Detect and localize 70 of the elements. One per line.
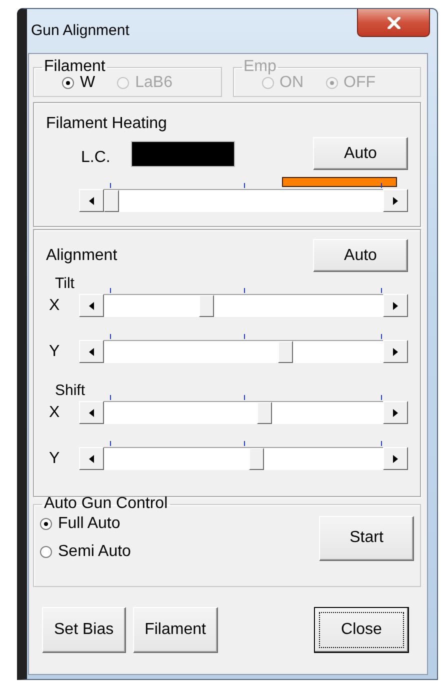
left-triangle-icon: [88, 302, 94, 310]
radio-label: Semi Auto: [58, 543, 131, 561]
radio-label: Full Auto: [58, 515, 120, 533]
slider-tick: [244, 441, 245, 446]
right-triangle-icon: [393, 348, 398, 356]
section-title: Filament Heating: [46, 115, 168, 133]
slider-tick: [380, 395, 382, 400]
scroll-left-button[interactable]: [78, 447, 104, 470]
axis-label: Y: [48, 449, 61, 469]
close-button[interactable]: [357, 9, 430, 37]
scroll-left-button[interactable]: [78, 189, 104, 212]
axis-label: X: [48, 403, 61, 423]
auto-button[interactable]: Auto: [313, 137, 408, 170]
radio-button[interactable]: [62, 77, 74, 89]
lc-label: L.C.: [80, 148, 112, 166]
slider-tick: [380, 334, 382, 339]
auto-button[interactable]: Auto: [313, 239, 408, 272]
slider-tick: [380, 183, 382, 188]
radio-label: LaB6: [135, 74, 172, 92]
dialog-button[interactable]: Close: [314, 607, 409, 653]
slider-tick: [110, 288, 111, 293]
close-icon: [386, 16, 400, 28]
group-label: Filament: [43, 60, 106, 74]
scroll-left-button[interactable]: [78, 401, 104, 424]
dialog-button[interactable]: Set Bias: [42, 607, 126, 653]
slider-tick: [110, 334, 111, 339]
window-title: Gun Alignment: [31, 22, 130, 39]
slider-thumb[interactable]: [198, 295, 214, 317]
slider-tick: [244, 288, 245, 293]
scroll-right-button[interactable]: [383, 189, 408, 212]
group-label: Tilt: [54, 276, 74, 292]
slider-thumb[interactable]: [278, 341, 294, 363]
axis-label: Y: [48, 342, 61, 362]
left-triangle-icon: [88, 348, 94, 356]
axis-label: X: [48, 296, 61, 316]
right-triangle-icon: [393, 196, 398, 204]
left-triangle-icon: [88, 408, 94, 416]
scroll-right-button[interactable]: [383, 294, 408, 317]
radio-button[interactable]: [40, 546, 52, 558]
slider-tick: [110, 441, 111, 446]
slider-tick: [380, 441, 382, 446]
scroll-right-button[interactable]: [383, 401, 408, 424]
left-triangle-icon: [88, 196, 94, 204]
left-triangle-icon: [88, 454, 94, 462]
dialog-button[interactable]: Filament: [132, 607, 218, 653]
slider-tick: [110, 395, 111, 400]
scroll-right-button[interactable]: [383, 340, 408, 363]
right-triangle-icon: [393, 408, 398, 416]
group-label: Emp: [242, 60, 278, 74]
radio-label: OFF: [344, 74, 376, 92]
right-triangle-icon: [393, 454, 398, 462]
scroll-left-button[interactable]: [78, 294, 104, 317]
radio-button[interactable]: [40, 518, 52, 530]
section-title: Alignment: [46, 246, 118, 264]
slider-tick: [244, 334, 245, 339]
scroll-left-button[interactable]: [78, 340, 104, 363]
group-label: Auto Gun Control: [43, 497, 169, 511]
slider-tick: [244, 395, 245, 400]
slider-tick: [244, 183, 245, 188]
scroll-right-button[interactable]: [383, 447, 408, 470]
radio-label: ON: [280, 74, 304, 92]
slider-thumb[interactable]: [249, 448, 264, 470]
slider-tick: [380, 288, 382, 293]
right-triangle-icon: [393, 302, 398, 310]
slider-thumb[interactable]: [257, 402, 272, 424]
group-label: Shift: [54, 383, 86, 399]
start-button[interactable]: Start: [319, 516, 414, 560]
radio-label: W: [80, 74, 96, 92]
slider-tick: [110, 183, 111, 188]
slider-thumb[interactable]: [104, 190, 119, 212]
